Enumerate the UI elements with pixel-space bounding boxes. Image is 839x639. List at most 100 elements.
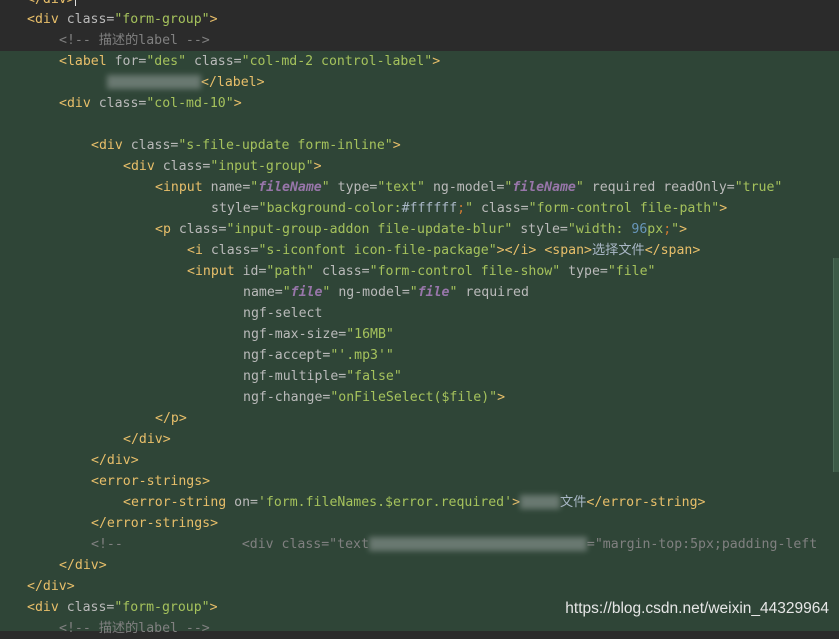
code-token: ngf-change= — [243, 390, 331, 405]
code-token: "path" — [266, 264, 315, 279]
code-token: id= — [242, 264, 267, 279]
code-line[interactable]: ngf-select — [243, 303, 322, 324]
code-line[interactable]: <!-- 描述的label --> — [59, 618, 210, 639]
code-token: fileName — [258, 180, 322, 195]
code-token: "form-control file-show" — [369, 264, 561, 279]
code-line[interactable]: <error-strings> — [91, 471, 210, 492]
code-token: "true" — [734, 180, 783, 195]
code-token: > — [719, 201, 728, 216]
code-token: </div> — [123, 432, 171, 447]
code-token: ng-model= — [425, 180, 505, 195]
code-token: "background-color: — [258, 201, 402, 216]
code-token: "onFileSelect($file)" — [330, 390, 498, 405]
code-token: class= — [162, 159, 211, 174]
code-line[interactable]: <div class="form-group"> — [27, 9, 218, 30]
code-line[interactable]: <div class="form-group"> — [27, 597, 218, 618]
code-token: fileName — [512, 180, 576, 195]
code-token: <!-- 描述的label --> — [59, 621, 210, 636]
code-line[interactable]: <input id="path" class="form-control fil… — [187, 261, 655, 282]
code-line[interactable]: ngf-multiple="false" — [243, 366, 402, 387]
code-token: type= — [329, 180, 378, 195]
code-line[interactable]: <label for="des" class="col-md-2 control… — [59, 51, 440, 72]
code-token: <div — [91, 138, 131, 153]
code-token: "col-md-2 control-label" — [241, 54, 433, 69]
code-token: > — [233, 96, 242, 111]
code-line[interactable]: <p class="input-group-addon file-update-… — [155, 219, 687, 240]
code-token: ngf-accept= — [243, 348, 331, 363]
code-line[interactable]: </div> — [123, 429, 171, 450]
code-line[interactable]: <error-string on='form.fileNames.$error.… — [123, 492, 705, 513]
code-token: name= — [210, 180, 251, 195]
code-line[interactable]: </label> — [107, 72, 265, 93]
code-line[interactable]: <i class="s-iconfont icon-file-package">… — [187, 240, 700, 261]
code-line[interactable]: <!-- 描述的label --> — [59, 30, 210, 51]
code-token: "s-iconfont icon-file-package" — [258, 243, 497, 258]
code-token: type= — [560, 264, 608, 279]
code-token: > — [432, 54, 441, 69]
code-token: class= — [314, 264, 370, 279]
code-token: </div> — [27, 579, 75, 594]
code-token: <error-strings> — [91, 474, 211, 489]
code-token: ngf-max-size= — [243, 327, 347, 342]
code-token: "input-group" — [210, 159, 314, 174]
code-token: "col-md-10" — [146, 96, 234, 111]
code-token: <p — [155, 222, 179, 237]
code-line[interactable]: </error-strings> — [91, 513, 218, 534]
code-token: <div — [27, 600, 67, 615]
code-line[interactable]: </div> — [59, 555, 107, 576]
code-line[interactable]: ngf-change="onFileSelect($file)"> — [243, 387, 505, 408]
code-token: 96 — [631, 222, 648, 237]
code-line[interactable]: </div> — [27, 576, 75, 597]
code-token: "false" — [346, 369, 402, 384]
redacted-text — [107, 75, 201, 89]
code-token: ngf-select — [243, 306, 323, 321]
code-line[interactable]: ngf-max-size="16MB" — [243, 324, 394, 345]
code-line[interactable]: <div class="input-group"> — [123, 156, 322, 177]
code-line[interactable]: </div> — [91, 450, 139, 471]
code-token: <div — [27, 12, 67, 27]
code-line[interactable]: <input name="fileName" type="text" ng-mo… — [155, 177, 782, 198]
code-line[interactable]: </p> — [155, 408, 187, 429]
code-line[interactable]: <div class="col-md-10"> — [59, 93, 242, 114]
code-token: "'.mp3'" — [330, 348, 394, 363]
code-token: </div> — [91, 453, 139, 468]
code-line[interactable]: <!-- <div class="text ="margin-top:5px;pa… — [91, 534, 817, 555]
code-token: " — [282, 285, 291, 300]
code-token: ; — [457, 201, 466, 216]
code-token: "des" — [146, 54, 187, 69]
code-line[interactable]: ngf-accept="'.mp3'" — [243, 345, 394, 366]
code-line[interactable]: <div class="s-file-update form-inline"> — [91, 135, 401, 156]
code-token: "width: — [567, 222, 632, 237]
code-token: file — [417, 285, 450, 300]
code-token: </span> — [644, 243, 701, 258]
code-editor[interactable]: </div><div class="form-group"><!-- 描述的la… — [0, 0, 839, 636]
code-line[interactable]: name="file" ng-model="file" required — [243, 282, 529, 303]
code-token: #ffffff — [401, 201, 458, 216]
code-token: class= — [66, 600, 115, 615]
text-cursor — [74, 0, 76, 6]
code-token: > — [313, 159, 322, 174]
redacted-text — [520, 495, 561, 509]
code-token: <i — [187, 243, 211, 258]
code-token: <span> — [544, 243, 592, 258]
code-token: </div> — [27, 0, 75, 7]
code-token: required — [457, 285, 529, 300]
code-token: > — [497, 390, 506, 405]
code-token: > — [392, 138, 401, 153]
code-token: <input — [187, 264, 243, 279]
code-token: class= — [186, 54, 242, 69]
code-token: class= — [210, 243, 259, 258]
code-token: "form-group" — [114, 600, 210, 615]
code-token: " — [575, 180, 584, 195]
code-token: ></i> — [496, 243, 537, 258]
watermark-text: https://blog.csdn.net/weixin_44329964 — [565, 600, 829, 617]
code-token: class= — [473, 201, 529, 216]
code-token: " — [321, 180, 330, 195]
code-token: " — [409, 285, 418, 300]
code-line[interactable]: style="background-color:#ffffff;" class=… — [211, 198, 727, 219]
code-token: </error-string> — [586, 495, 706, 510]
code-token: <div — [59, 96, 99, 111]
code-token: style= — [211, 201, 259, 216]
code-token: </error-strings> — [91, 516, 219, 531]
scrollbar-thumb[interactable] — [833, 258, 839, 472]
